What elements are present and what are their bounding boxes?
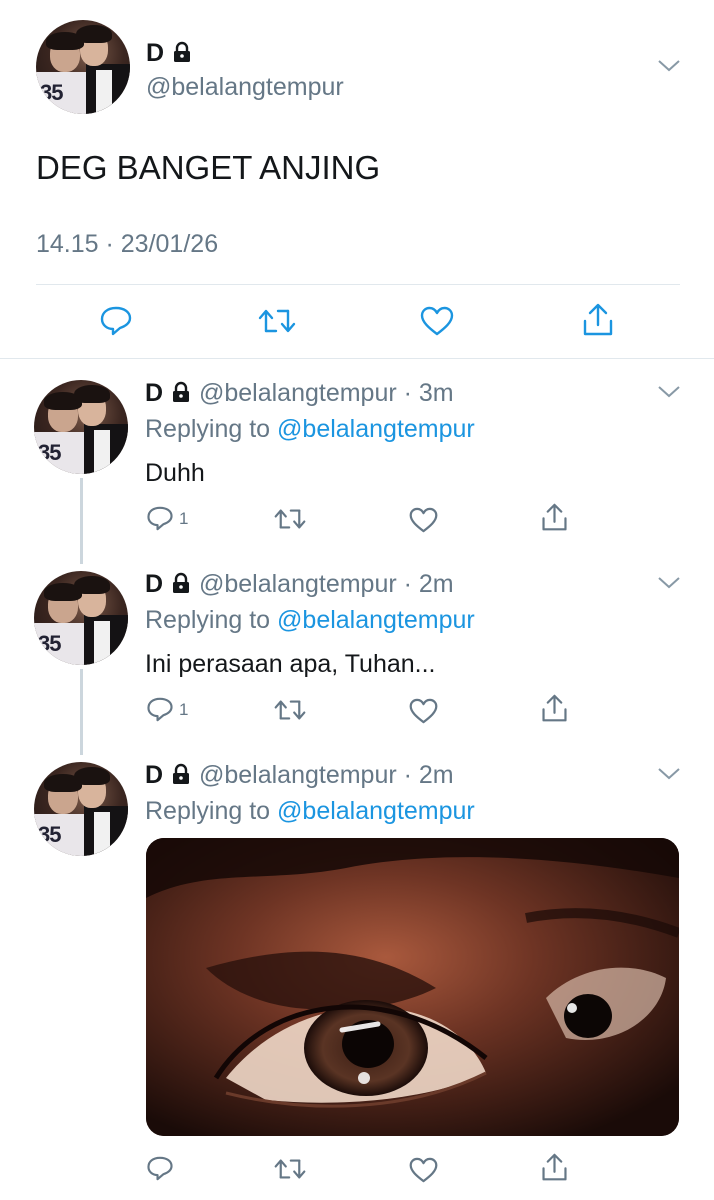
reply-count: 1 — [179, 699, 189, 719]
replying-to-label: Replying to — [145, 797, 271, 825]
like-icon — [409, 507, 438, 533]
reply-button[interactable] — [146, 1155, 174, 1182]
user-handle[interactable]: @belalangtempur — [199, 761, 397, 789]
chevron-down-icon[interactable] — [657, 575, 681, 596]
reply-count: 1 — [179, 508, 189, 528]
like-icon — [409, 1157, 438, 1183]
retweet-icon — [274, 1157, 306, 1181]
separator: · — [396, 570, 419, 598]
share-button[interactable] — [541, 503, 568, 532]
tweet-text: Ini perasaan apa, Tuhan... — [145, 650, 436, 678]
like-icon — [409, 698, 438, 724]
retweet-icon — [274, 507, 306, 531]
avatar[interactable]: 35 — [34, 571, 128, 665]
reply-button[interactable] — [99, 305, 133, 337]
avatar[interactable]: 35 — [34, 380, 128, 474]
retweet-button[interactable] — [258, 307, 296, 335]
tweet-text: Duhh — [145, 459, 205, 487]
retweet-icon — [258, 307, 296, 335]
replying-to-label: Replying to — [145, 415, 271, 443]
chevron-down-icon[interactable] — [657, 384, 681, 405]
retweet-button[interactable] — [274, 1157, 306, 1181]
lock-icon — [170, 380, 192, 410]
display-name[interactable]: D — [145, 761, 163, 789]
user-handle[interactable]: @belalangtempur — [199, 379, 397, 407]
retweet-button[interactable] — [274, 698, 306, 722]
reply-icon — [146, 1155, 174, 1182]
avatar[interactable]: 35 — [34, 762, 128, 856]
chevron-down-icon[interactable] — [657, 766, 681, 787]
relative-time[interactable]: 3m — [419, 379, 454, 407]
display-name[interactable]: D — [145, 570, 163, 598]
share-icon — [541, 1153, 568, 1182]
replying-to-link[interactable]: @belalangtempur — [277, 415, 475, 443]
reply-button[interactable]: 1 — [146, 505, 188, 532]
share-icon — [582, 303, 614, 337]
like-button[interactable] — [420, 306, 454, 336]
retweet-icon — [274, 698, 306, 722]
section-divider — [0, 358, 714, 359]
chevron-down-icon[interactable] — [657, 58, 681, 79]
like-button[interactable] — [409, 1157, 438, 1183]
media-image[interactable] — [146, 838, 679, 1136]
reply-icon — [99, 305, 133, 337]
replying-to-link[interactable]: @belalangtempur — [277, 797, 475, 825]
thread-line — [80, 478, 83, 564]
reply-icon — [146, 505, 174, 532]
separator: · — [396, 761, 419, 789]
user-handle[interactable]: @belalangtempur — [199, 570, 397, 598]
separator: · — [396, 379, 419, 407]
share-button[interactable] — [541, 1153, 568, 1182]
relative-time[interactable]: 2m — [419, 570, 454, 598]
user-handle[interactable]: @belalangtempur — [146, 72, 344, 102]
share-icon — [541, 503, 568, 532]
reply-icon — [146, 696, 174, 723]
lock-icon — [171, 40, 193, 70]
avatar[interactable]: 35 — [36, 20, 130, 114]
tweet-text: DEG BANGET ANJING — [36, 149, 381, 186]
lock-icon — [170, 571, 192, 601]
display-name[interactable]: D — [145, 379, 163, 407]
divider — [36, 284, 680, 285]
like-button[interactable] — [409, 507, 438, 533]
lock-icon — [170, 762, 192, 792]
replying-to-label: Replying to — [145, 606, 271, 634]
retweet-button[interactable] — [274, 507, 306, 531]
share-button[interactable] — [582, 303, 614, 337]
reply-button[interactable]: 1 — [146, 696, 188, 723]
display-name[interactable]: D — [146, 39, 164, 67]
replying-to-link[interactable]: @belalangtempur — [277, 606, 475, 634]
share-icon — [541, 694, 568, 723]
relative-time[interactable]: 2m — [419, 761, 454, 789]
like-icon — [420, 306, 454, 336]
share-button[interactable] — [541, 694, 568, 723]
thread-line — [80, 669, 83, 755]
like-button[interactable] — [409, 698, 438, 724]
timestamp[interactable]: 14.15 · 23/01/26 — [36, 229, 218, 259]
